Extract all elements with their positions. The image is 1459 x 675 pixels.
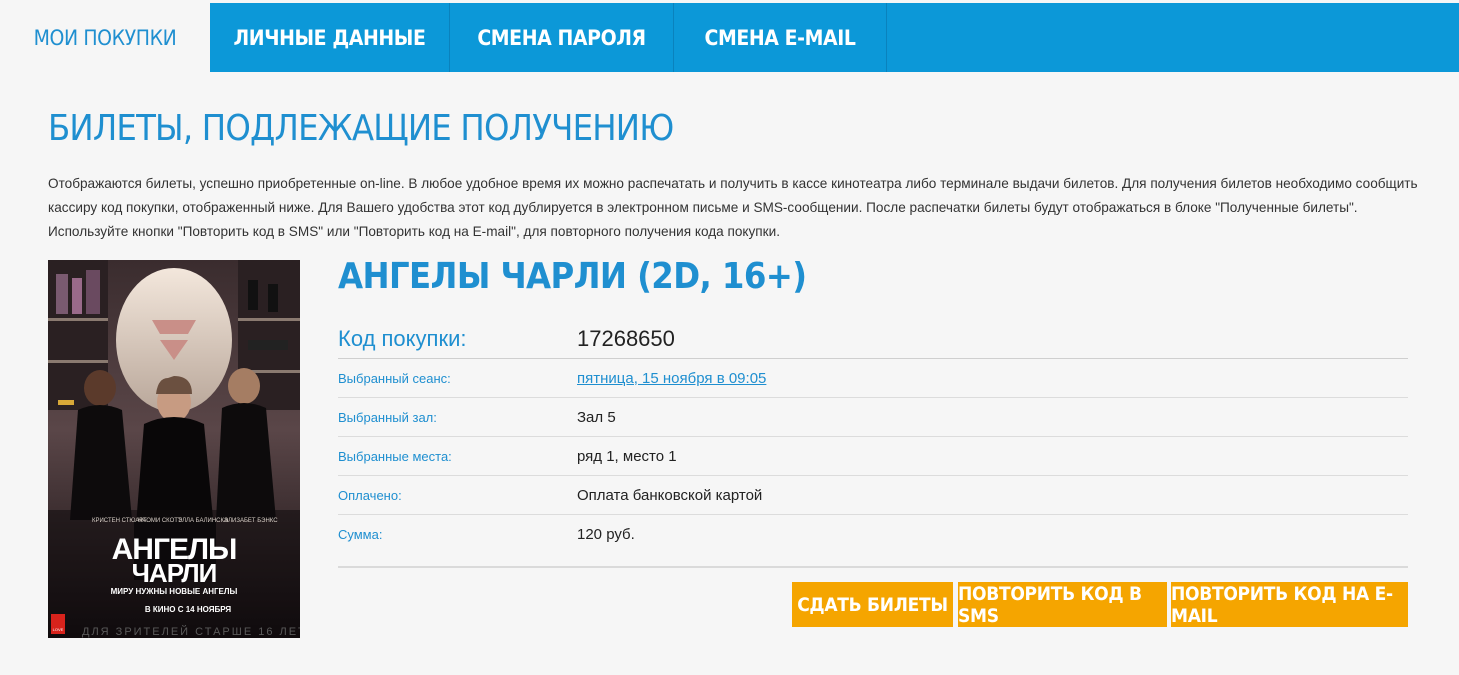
order-details: Код покупки: 17268650 Выбранный сеанс: п… <box>338 320 1408 554</box>
movie-title[interactable]: АНГЕЛЫ ЧАРЛИ (2D, 16+) <box>338 256 807 297</box>
account-tabs: МОИ ПОКУПКИ ЛИЧНЫЕ ДАННЫЕ СМЕНА ПАРОЛЯ С… <box>0 3 1459 72</box>
tab-change-email[interactable]: СМЕНА E-MAIL <box>674 3 887 72</box>
intro-text: Отображаются билеты, успешно приобретенн… <box>48 176 1418 239</box>
hall-label: Выбранный зал: <box>338 409 437 425</box>
purchase-code-row: Код покупки: 17268650 <box>338 320 1408 359</box>
radio-badge-text: LOVE <box>53 627 64 632</box>
poster-tagline: МИРУ НУЖНЫ НОВЫЕ АНГЕЛЫ <box>111 587 238 596</box>
session-link[interactable]: пятница, 15 ноября в 09:05 <box>577 370 766 387</box>
seats-label: Выбранные места: <box>338 448 452 464</box>
purchases-page: МОИ ПОКУПКИ ЛИЧНЫЕ ДАННЫЕ СМЕНА ПАРОЛЯ С… <box>0 0 1459 675</box>
resend-sms-button[interactable]: ПОВТОРИТЬ КОД В SMS <box>958 582 1167 627</box>
sum-row: Сумма: 120 руб. <box>338 515 1408 554</box>
poster-release: В КИНО С 14 НОЯБРЯ <box>145 605 232 614</box>
tab-change-password[interactable]: СМЕНА ПАРОЛЯ <box>450 3 674 72</box>
poster-age-note: ДЛЯ ЗРИТЕЛЕЙ СТАРШЕ 16 ЛЕТ <box>82 625 300 638</box>
purchase-code-label: Код покупки: <box>338 326 467 351</box>
poster-cast-3: ЭЛЛА БАЛИНСКА <box>178 518 228 524</box>
seats-value: ряд 1, место 1 <box>577 447 677 465</box>
poster-title-line2: ЧАРЛИ <box>132 558 217 588</box>
hall-value: Зал 5 <box>577 408 616 426</box>
session-label: Выбранный сеанс: <box>338 370 451 386</box>
movie-poster[interactable]: КРИСТЕН СТЮАРТ НАОМИ СКОТТ ЭЛЛА БАЛИНСКА… <box>48 260 300 638</box>
paid-row: Оплачено: Оплата банковской картой <box>338 476 1408 515</box>
paid-label: Оплачено: <box>338 487 402 503</box>
paid-value: Оплата банковской картой <box>577 486 763 504</box>
hall-row: Выбранный зал: Зал 5 <box>338 398 1408 437</box>
details-divider <box>338 566 1408 568</box>
return-tickets-button[interactable]: СДАТЬ БИЛЕТЫ <box>792 582 953 627</box>
poster-cast-4: ЭЛИЗАБЕТ БЭНКС <box>224 518 278 524</box>
section-title: БИЛЕТЫ, ПОДЛЕЖАЩИЕ ПОЛУЧЕНИЮ <box>48 108 674 149</box>
tab-my-purchases[interactable]: МОИ ПОКУПКИ <box>0 3 210 72</box>
seats-row: Выбранные места: ряд 1, место 1 <box>338 437 1408 476</box>
purchase-code-value: 17268650 <box>577 326 675 351</box>
tab-personal-data[interactable]: ЛИЧНЫЕ ДАННЫЕ <box>210 3 450 72</box>
sum-value: 120 руб. <box>577 526 635 543</box>
poster-cast-2: НАОМИ СКОТТ <box>138 518 182 524</box>
session-row: Выбранный сеанс: пятница, 15 ноября в 09… <box>338 359 1408 398</box>
sum-label: Сумма: <box>338 527 383 542</box>
resend-email-button[interactable]: ПОВТОРИТЬ КОД НА E-MAIL <box>1171 582 1408 627</box>
